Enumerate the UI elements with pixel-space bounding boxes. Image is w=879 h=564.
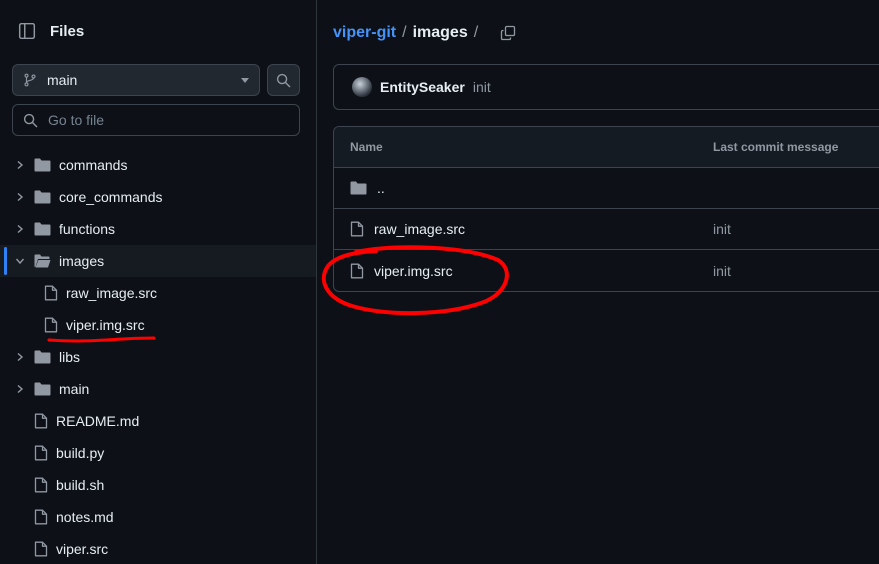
file-icon — [34, 541, 48, 557]
latest-commit-bar: EntitySeaker init — [333, 64, 879, 110]
chevron-right-icon[interactable] — [12, 160, 28, 170]
chevron-right-icon[interactable] — [12, 384, 28, 394]
file-icon — [34, 477, 48, 493]
tree-item-label: main — [59, 381, 90, 397]
file-icon — [34, 413, 48, 429]
tree-folder-libs[interactable]: libs — [0, 341, 316, 373]
tree-file-build-py[interactable]: build.py — [0, 437, 316, 469]
row-name-cell: raw_image.src — [334, 221, 713, 237]
go-to-file-input[interactable] — [48, 112, 278, 128]
tree-file-build-sh[interactable]: build.sh — [0, 469, 316, 501]
red-underline-annotation — [47, 336, 156, 343]
tree-item-label: raw_image.src — [66, 285, 158, 301]
folder-icon — [350, 181, 367, 195]
search-icon — [276, 73, 291, 88]
tree-item-label: README.md — [56, 413, 140, 429]
file-icon — [34, 445, 48, 461]
file-icon — [44, 317, 58, 333]
table-row[interactable]: .. — [334, 168, 879, 209]
breadcrumb: viper-git / images / — [333, 24, 516, 42]
file-icon — [44, 285, 58, 301]
collapse-sidebar-icon[interactable] — [18, 22, 36, 40]
breadcrumb-separator: / — [473, 24, 479, 41]
file-tree-sidebar: Files main commands core_commands — [0, 0, 317, 564]
tree-file-readme-md[interactable]: README.md — [0, 405, 316, 437]
row-name-cell: .. — [334, 180, 713, 196]
commit-author[interactable]: EntitySeaker — [380, 79, 465, 95]
folder-icon — [34, 190, 51, 204]
file-link[interactable]: raw_image.src — [374, 221, 465, 237]
tree-item-label: build.py — [56, 445, 105, 461]
column-header-last-commit: Last commit message — [713, 140, 839, 154]
tree-folder-core-commands[interactable]: core_commands — [0, 181, 316, 213]
commit-message[interactable]: init — [473, 79, 491, 95]
file-icon — [34, 509, 48, 525]
file-tree: commands core_commands functions images … — [0, 149, 316, 564]
git-branch-icon — [23, 73, 37, 87]
tree-folder-functions[interactable]: functions — [0, 213, 316, 245]
tree-item-label: core_commands — [59, 189, 163, 205]
tree-item-label: libs — [59, 349, 81, 365]
search-button[interactable] — [267, 64, 300, 96]
tree-item-label: viper.img.src — [66, 317, 145, 333]
tree-folder-images[interactable]: images — [0, 245, 316, 277]
tree-file-raw-image-src[interactable]: raw_image.src — [0, 277, 316, 309]
column-header-name: Name — [350, 140, 383, 154]
tree-item-label: functions — [59, 221, 116, 237]
tree-folder-main[interactable]: main — [0, 373, 316, 405]
search-icon — [23, 113, 38, 128]
avatar[interactable] — [352, 77, 372, 97]
tree-file-notes-md[interactable]: notes.md — [0, 501, 316, 533]
tree-item-label: build.sh — [56, 477, 105, 493]
sidebar-title: Files — [50, 22, 85, 40]
sidebar-header: Files — [18, 22, 84, 40]
tree-item-label: images — [59, 253, 105, 269]
tree-file-viper-src[interactable]: viper.src — [0, 533, 316, 564]
tree-item-label: commands — [59, 157, 128, 173]
tree-item-label: notes.md — [56, 509, 114, 525]
red-circle-annotation — [322, 245, 509, 316]
folder-icon — [34, 350, 51, 364]
breadcrumb-separator: / — [402, 24, 407, 41]
chevron-right-icon[interactable] — [12, 192, 28, 202]
branch-selector[interactable]: main — [12, 64, 260, 96]
copy-path-icon[interactable] — [500, 25, 516, 41]
chevron-down-icon[interactable] — [12, 256, 28, 266]
chevron-right-icon[interactable] — [12, 352, 28, 362]
folder-open-icon — [34, 254, 51, 268]
folder-icon — [34, 222, 51, 236]
tree-folder-commands[interactable]: commands — [0, 149, 316, 181]
chevron-right-icon[interactable] — [12, 224, 28, 234]
table-header: Name Last commit message — [334, 127, 879, 168]
tree-item-label: viper.src — [56, 541, 109, 557]
breadcrumb-repo-link[interactable]: viper-git — [333, 24, 396, 42]
file-icon — [350, 221, 364, 237]
breadcrumb-current-dir: images — [412, 24, 468, 41]
row-commit-message[interactable]: init — [713, 263, 731, 279]
folder-icon — [34, 158, 51, 172]
folder-icon — [34, 382, 51, 396]
branch-name: main — [47, 72, 78, 88]
go-to-file-field[interactable] — [12, 104, 300, 136]
chevron-down-icon — [241, 77, 249, 83]
parent-directory-link[interactable]: .. — [377, 180, 385, 196]
row-commit-message[interactable]: init — [713, 221, 731, 237]
